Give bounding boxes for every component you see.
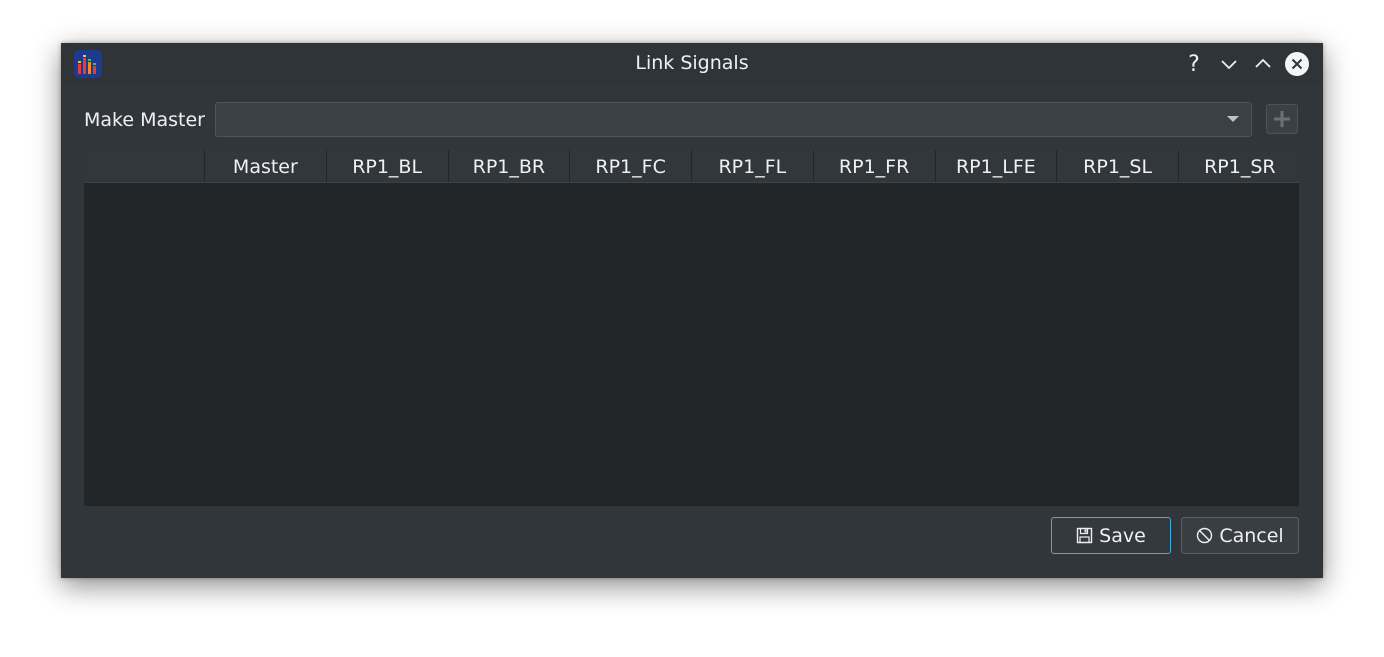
make-master-label: Make Master [84, 109, 205, 131]
chevron-down-icon [1221, 60, 1237, 70]
master-select[interactable] [215, 102, 1252, 137]
equalizer-app-icon [74, 50, 102, 78]
cancel-label: Cancel [1219, 524, 1284, 547]
help-button[interactable]: ? [1181, 51, 1207, 77]
help-icon: ? [1188, 51, 1200, 77]
header-rp1-sr[interactable]: RP1_SR [1179, 150, 1301, 182]
cancel-button[interactable]: Cancel [1181, 517, 1299, 554]
minimize-button[interactable] [1216, 51, 1242, 77]
header-corner[interactable] [84, 150, 205, 182]
title-bar[interactable]: Link Signals ? [61, 43, 1323, 84]
add-button[interactable] [1266, 104, 1298, 134]
cancel-icon [1197, 527, 1213, 544]
header-rp1-fl[interactable]: RP1_FL [692, 150, 814, 182]
save-button[interactable]: Save [1051, 517, 1171, 554]
header-rp1-fc[interactable]: RP1_FC [570, 150, 692, 182]
close-button[interactable] [1284, 51, 1310, 77]
header-rp1-bl[interactable]: RP1_BL [327, 150, 449, 182]
chevron-up-icon [1255, 58, 1271, 68]
plus-icon [1274, 111, 1290, 127]
header-rp1-br[interactable]: RP1_BR [449, 150, 571, 182]
header-rp1-fr[interactable]: RP1_FR [814, 150, 936, 182]
table-header: Master RP1_BL RP1_BR RP1_FC RP1_FL RP1_F… [84, 150, 1299, 183]
header-rp1-lfe[interactable]: RP1_LFE [936, 150, 1058, 182]
maximize-button[interactable] [1250, 51, 1276, 77]
header-master[interactable]: Master [205, 150, 327, 182]
dropdown-arrow-icon [1227, 116, 1239, 122]
header-rp1-sl[interactable]: RP1_SL [1057, 150, 1179, 182]
save-label: Save [1099, 524, 1146, 547]
close-icon [1285, 52, 1309, 76]
window-title: Link Signals [635, 52, 749, 74]
link-signals-dialog: Link Signals ? Make Master Master RP1_BL… [61, 43, 1323, 578]
save-icon [1076, 527, 1093, 544]
link-signals-table[interactable]: Master RP1_BL RP1_BR RP1_FC RP1_FL RP1_F… [84, 150, 1299, 506]
